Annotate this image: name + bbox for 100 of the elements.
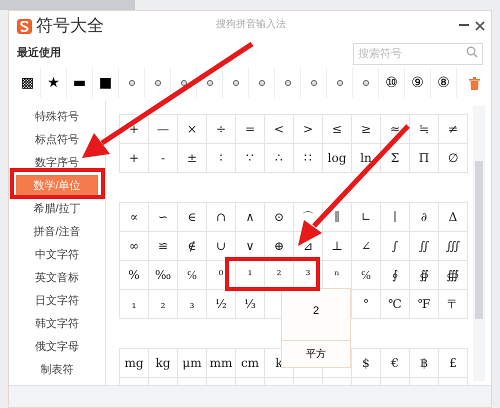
symbol-cell[interactable]: ∯ xyxy=(420,266,428,284)
symbol-cell[interactable]: + xyxy=(128,120,140,138)
symbol-cell[interactable]: ∞ xyxy=(129,237,139,255)
category-tab[interactable]: 数字序号 xyxy=(33,152,81,175)
category-tab[interactable]: 标点符号 xyxy=(33,129,81,152)
round-icon[interactable] xyxy=(310,80,316,86)
symbol-cell[interactable]: ½ xyxy=(215,295,227,313)
symbol-cell[interactable]: ∽ xyxy=(158,208,168,226)
symbol-cell[interactable]: % xyxy=(128,266,140,284)
trash-icon[interactable] xyxy=(469,76,480,90)
symbol-cell[interactable]: ≠ xyxy=(448,120,458,138)
symbol-cell[interactable]: cm xyxy=(240,354,260,372)
recent-symbol[interactable]: ★ xyxy=(47,72,60,94)
symbol-cell[interactable]: ² xyxy=(276,266,282,284)
symbol-cell[interactable]: ° xyxy=(363,295,369,313)
category-tab[interactable]: 拼音/注音 xyxy=(31,221,83,244)
symbol-cell[interactable]: < xyxy=(274,120,284,138)
symbol-cell[interactable]: ₂ xyxy=(160,295,166,313)
round-icon[interactable] xyxy=(362,80,368,86)
symbol-cell[interactable]: μm xyxy=(182,354,202,372)
category-tab[interactable]: 希腊/拉丁 xyxy=(31,198,83,221)
symbol-cell[interactable]: ℃ xyxy=(388,295,402,313)
symbol-cell[interactable]: ℅ xyxy=(186,266,197,284)
category-tab[interactable]: 中文字符 xyxy=(33,244,81,267)
symbol-cell[interactable]: ≈ xyxy=(390,120,400,138)
symbol-cell[interactable]: ∬ xyxy=(418,237,430,255)
category-tab[interactable]: 制表符 xyxy=(38,359,76,382)
symbol-cell[interactable]: ⊥ xyxy=(331,237,343,255)
symbol-cell[interactable]: ∠ xyxy=(360,237,372,255)
symbol-cell[interactable]: Π xyxy=(418,149,430,167)
symbol-cell[interactable]: × xyxy=(186,120,198,138)
symbol-cell[interactable]: > xyxy=(302,120,314,138)
symbol-cell[interactable]: - xyxy=(160,149,166,167)
symbol-cell[interactable]: ± xyxy=(186,149,198,167)
recent-symbol[interactable]: ▬ xyxy=(72,72,86,94)
symbol-cell[interactable]: ∝ xyxy=(130,208,138,226)
category-tab[interactable]: 特殊符号 xyxy=(33,106,81,129)
symbol-cell[interactable]: ∈ xyxy=(188,208,196,226)
search-field[interactable]: 搜索符号 xyxy=(353,43,483,65)
round-icon[interactable] xyxy=(232,80,238,86)
round-icon[interactable] xyxy=(258,80,264,86)
round-icon[interactable] xyxy=(206,80,212,86)
symbol-cell[interactable]: £ xyxy=(449,354,457,372)
symbol-cell[interactable]: ⌒ xyxy=(302,208,314,226)
recent-symbol[interactable]: ▩ xyxy=(20,72,34,94)
symbol-cell[interactable]: ∅ xyxy=(448,149,458,167)
symbol-cell[interactable]: ∨ xyxy=(246,237,254,255)
symbol-cell[interactable]: ln xyxy=(360,149,372,167)
symbol-cell[interactable]: ∪ xyxy=(216,237,226,255)
symbol-cell[interactable]: € xyxy=(391,354,399,372)
symbol-cell[interactable]: 〒 xyxy=(447,295,459,313)
symbol-cell[interactable]: ∰ xyxy=(446,266,460,284)
symbol-cell[interactable]: ⊿ xyxy=(303,237,313,255)
symbol-cell[interactable]: ∟ xyxy=(360,208,372,226)
symbol-cell[interactable]: ⅓ xyxy=(244,295,256,313)
symbol-cell[interactable]: ℅ xyxy=(360,266,371,284)
symbol-cell[interactable]: Σ xyxy=(390,149,400,167)
symbol-cell[interactable]: ⊕ xyxy=(274,237,284,255)
recent-symbol[interactable]: ⑩ xyxy=(385,72,398,94)
symbol-cell[interactable]: ∵ xyxy=(246,149,254,167)
symbol-cell[interactable]: ÷ xyxy=(216,120,226,138)
symbol-cell[interactable]: ¹ xyxy=(248,266,252,284)
symbol-cell[interactable]: ⁰ xyxy=(218,266,224,284)
round-icon[interactable] xyxy=(180,80,186,86)
round-icon[interactable] xyxy=(284,80,290,86)
category-tab[interactable]: 韩文字符 xyxy=(33,313,81,336)
symbol-cell[interactable]: ≥ xyxy=(360,120,372,138)
symbol-cell[interactable]: log xyxy=(328,149,346,167)
symbol-cell[interactable]: ∶ xyxy=(220,149,222,167)
recent-symbol[interactable]: ⑧ xyxy=(437,72,450,94)
round-icon[interactable] xyxy=(154,80,160,86)
symbol-cell[interactable]: ∣ xyxy=(393,208,397,226)
symbol-cell[interactable]: ₃ xyxy=(190,295,194,313)
symbol-cell[interactable]: ≒ xyxy=(418,120,430,138)
symbol-cell[interactable]: + xyxy=(128,149,140,167)
symbol-cell[interactable]: ⁿ xyxy=(334,266,340,284)
symbol-cell[interactable]: ℉ xyxy=(418,295,430,313)
symbol-cell[interactable]: ∭ xyxy=(446,237,460,255)
symbol-cell[interactable]: ∴ xyxy=(275,149,283,167)
close-icon[interactable] xyxy=(475,21,485,31)
symbol-cell[interactable]: ∩ xyxy=(216,208,226,226)
symbol-cell[interactable]: ∮ xyxy=(392,266,398,284)
symbol-cell[interactable]: ∥ xyxy=(334,208,340,226)
symbol-cell[interactable]: ⊙ xyxy=(274,208,284,226)
symbol-cell[interactable]: ∧ xyxy=(246,208,254,226)
category-tab[interactable]: 俄文字母 xyxy=(33,336,81,359)
symbol-cell[interactable]: ₁ xyxy=(132,295,136,313)
symbol-cell[interactable]: ‰ xyxy=(154,266,172,284)
symbol-cell[interactable]: ∷ xyxy=(304,149,312,167)
symbol-cell[interactable]: ∫ xyxy=(392,237,398,255)
symbol-cell[interactable]: Δ xyxy=(448,208,458,226)
category-tab[interactable]: 英文音标 xyxy=(33,267,81,290)
symbol-cell[interactable]: ≤ xyxy=(332,120,342,138)
symbol-cell[interactable]: kg xyxy=(156,354,170,372)
symbol-cell[interactable]: $ xyxy=(362,354,370,372)
scrollbar[interactable] xyxy=(473,106,485,381)
recent-symbol[interactable]: ■ xyxy=(98,72,112,94)
symbol-cell[interactable]: mg xyxy=(124,354,144,372)
symbol-cell[interactable]: = xyxy=(244,120,256,138)
symbol-cell[interactable]: — xyxy=(157,120,169,138)
